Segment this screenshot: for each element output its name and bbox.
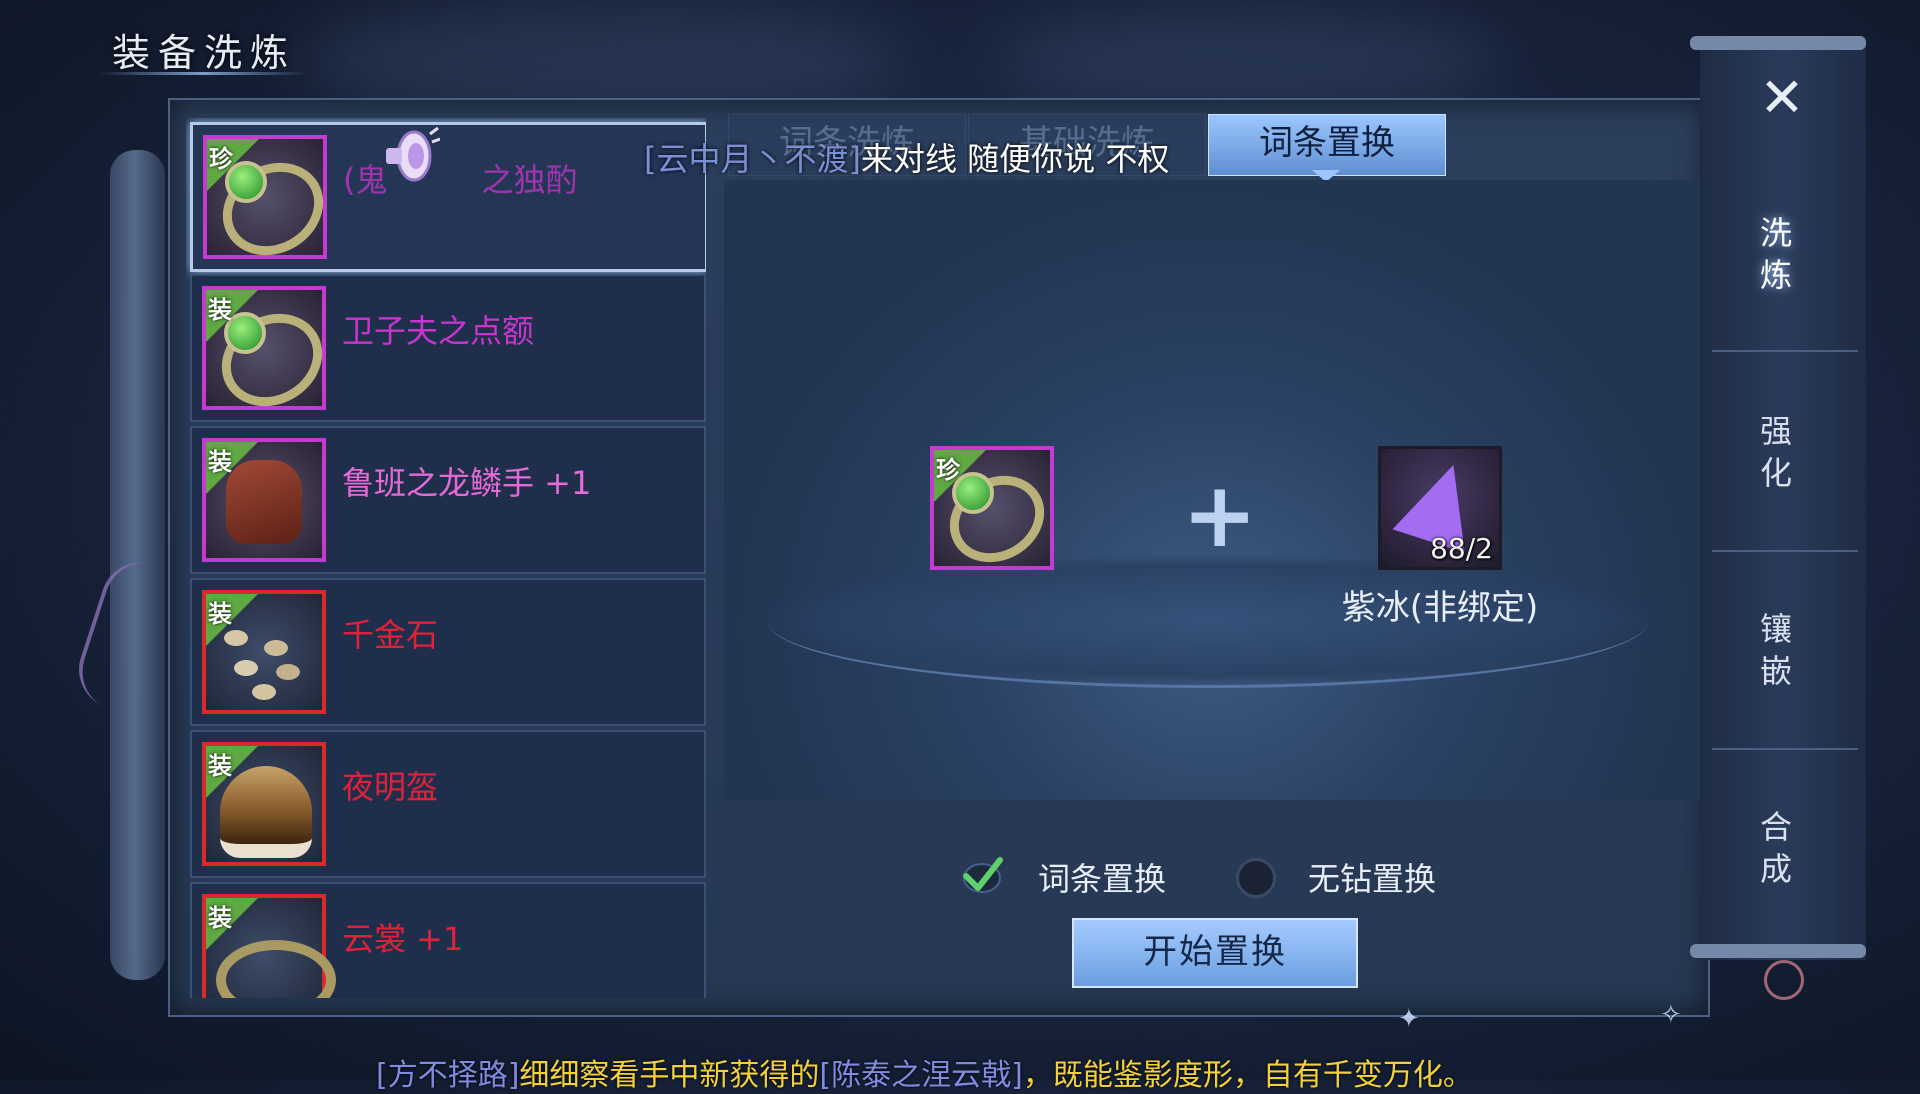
ticker-item-link[interactable]: [陈泰之涅云戟] [819,1058,1022,1093]
material-slot[interactable]: 88/2 [1378,446,1502,570]
background-glow [1000,10,1500,110]
equipment-icon: 装 [202,894,336,998]
megaphone-icon [386,126,440,182]
equipment-icon: 珍 [203,135,341,274]
material-name: 紫冰(非绑定) [1341,588,1539,628]
quality-tag: 装 [208,448,232,476]
sparkle-icon: ✦ [1398,1004,1420,1034]
rail-divider [1712,748,1858,750]
equipment-name: 千金石 [342,616,439,654]
equipment-item[interactable]: 装 夜明盔 [190,730,706,878]
equipment-item[interactable]: 装 卫子夫之点额 [190,274,706,425]
equipment-icon: 装 [202,590,326,714]
quality-tag: 装 [208,752,232,780]
option-no-diamond-swap-label[interactable]: 无钻置换 [1308,854,1436,900]
quality-tag: 装 [208,600,232,628]
broadcast-sender[interactable]: [云中月丶不渡] [644,140,861,178]
rail-rod-top [1690,36,1866,50]
equipment-icon: 装 [202,286,340,425]
rail-divider [1712,550,1858,552]
equipment-item[interactable]: 装 千金石 [190,578,706,726]
broadcast-text: [云中月丶不渡]来对线 随便你说 不权 [644,140,1170,178]
equipment-item[interactable]: 装 云裳 +1 [190,882,706,998]
material-count: 88/2 [1430,532,1493,565]
system-ticker: [方不择路]细细察看手中新获得的[陈泰之涅云戟]，既能鉴影度形，自有千变万化。 [376,1058,1473,1093]
title-underline [98,72,308,75]
equipment-name: 鲁班之龙鳞手 +1 [342,464,592,502]
quality-tag: 装 [208,904,232,932]
ticker-sender[interactable]: [方不择路] [376,1058,519,1093]
plus-icon: + [1182,463,1258,568]
side-tab-refine[interactable]: 洗 炼 [1746,212,1806,296]
knot-decoration [1764,960,1804,1000]
equipment-slot[interactable]: 珍 [930,446,1060,580]
quality-tag: 珍 [209,145,233,173]
equipment-icon: 装 [202,742,326,866]
quality-tag: 珍 [936,456,960,484]
broadcast-message: [云中月丶不渡]来对线 随便你说 不权 [380,120,1260,182]
rail-divider [1712,350,1858,352]
equipment-icon: 装 [202,438,326,562]
checkmark-icon[interactable] [960,852,1004,896]
start-swap-button[interactable]: 开始置换 [1072,918,1358,988]
side-tab-inlay[interactable]: 镶 嵌 [1746,608,1806,692]
rail-rod-bottom [1690,944,1866,958]
radio-unchecked-icon[interactable] [1236,858,1276,898]
equipment-list[interactable]: 珍 (鬼 之独酌 装 卫子夫之点额 装 鲁班之龙鳞手 +1 装 千金石 装 夜明… [186,118,706,998]
side-tab-compose[interactable]: 合 成 [1746,806,1806,890]
equipment-name: 卫子夫之点额 [342,312,535,350]
quality-tag: 装 [208,296,232,324]
page-title: 装备洗炼 [112,31,297,75]
equipment-name: 云裳 +1 [342,920,464,958]
equipment-name: 夜明盔 [342,768,439,806]
close-button[interactable]: ✕ [1752,68,1812,128]
option-affix-swap-label[interactable]: 词条置换 [1038,854,1166,900]
sparkle-icon: ✧ [1660,1000,1682,1030]
side-tab-enhance[interactable]: 强 化 [1746,410,1806,494]
equipment-item[interactable]: 装 鲁班之龙鳞手 +1 [190,426,706,574]
